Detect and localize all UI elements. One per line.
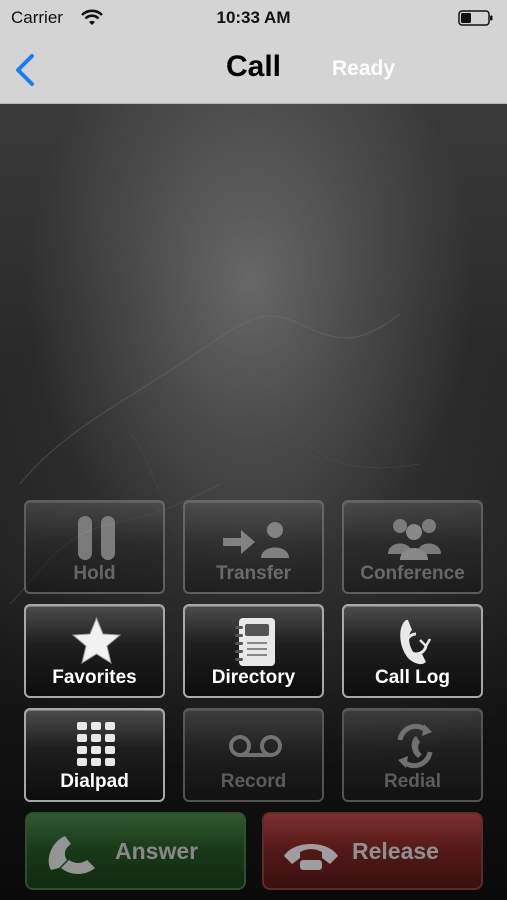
hold-label: Hold [73,563,116,584]
release-label: Release [352,838,439,864]
transfer-button[interactable]: Transfer [183,500,324,594]
conference-label: Conference [360,563,465,584]
transfer-label: Transfer [216,563,291,584]
call-status-label: Ready [331,57,395,80]
navigation-bar: Call Ready [0,36,507,104]
call-log-button[interactable]: Call Log [342,604,483,698]
pause-icon [78,516,115,560]
conference-button[interactable]: Conference [342,500,483,594]
redial-label: Redial [383,771,442,792]
battery-icon [458,10,493,26]
hold-button[interactable]: Hold [24,500,165,594]
call-screen-background: Hold Transfer Conference Favorites Direc… [0,104,507,900]
hangup-icon [284,844,338,870]
release-button[interactable]: Release [262,812,483,890]
page-title: Call [225,50,282,83]
call-log-label: Call Log [375,667,450,688]
dialpad-button[interactable]: Dialpad [24,708,165,802]
dialpad-icon [77,722,115,766]
directory-label: Directory [211,667,296,688]
answer-label: Answer [115,838,199,864]
status-bar: Carrier 10:33 AM [0,0,507,36]
clock: 10:33 AM [216,8,291,27]
star-icon [71,616,122,665]
voicemail-icon [229,735,282,757]
directory-button[interactable]: Directory [183,604,324,698]
favorites-label: Favorites [52,667,137,688]
favorites-button[interactable]: Favorites [24,604,165,698]
redial-icon [397,723,433,769]
record-label: Record [220,771,287,792]
phone-icon [48,836,95,874]
redial-button[interactable]: Redial [342,708,483,802]
answer-button[interactable]: Answer [25,812,246,890]
conference-icon [388,519,441,560]
address-book-icon [235,618,275,666]
call-log-icon [400,620,432,665]
record-button[interactable]: Record [183,708,324,802]
transfer-icon [223,522,289,558]
dialpad-label: Dialpad [60,771,129,792]
